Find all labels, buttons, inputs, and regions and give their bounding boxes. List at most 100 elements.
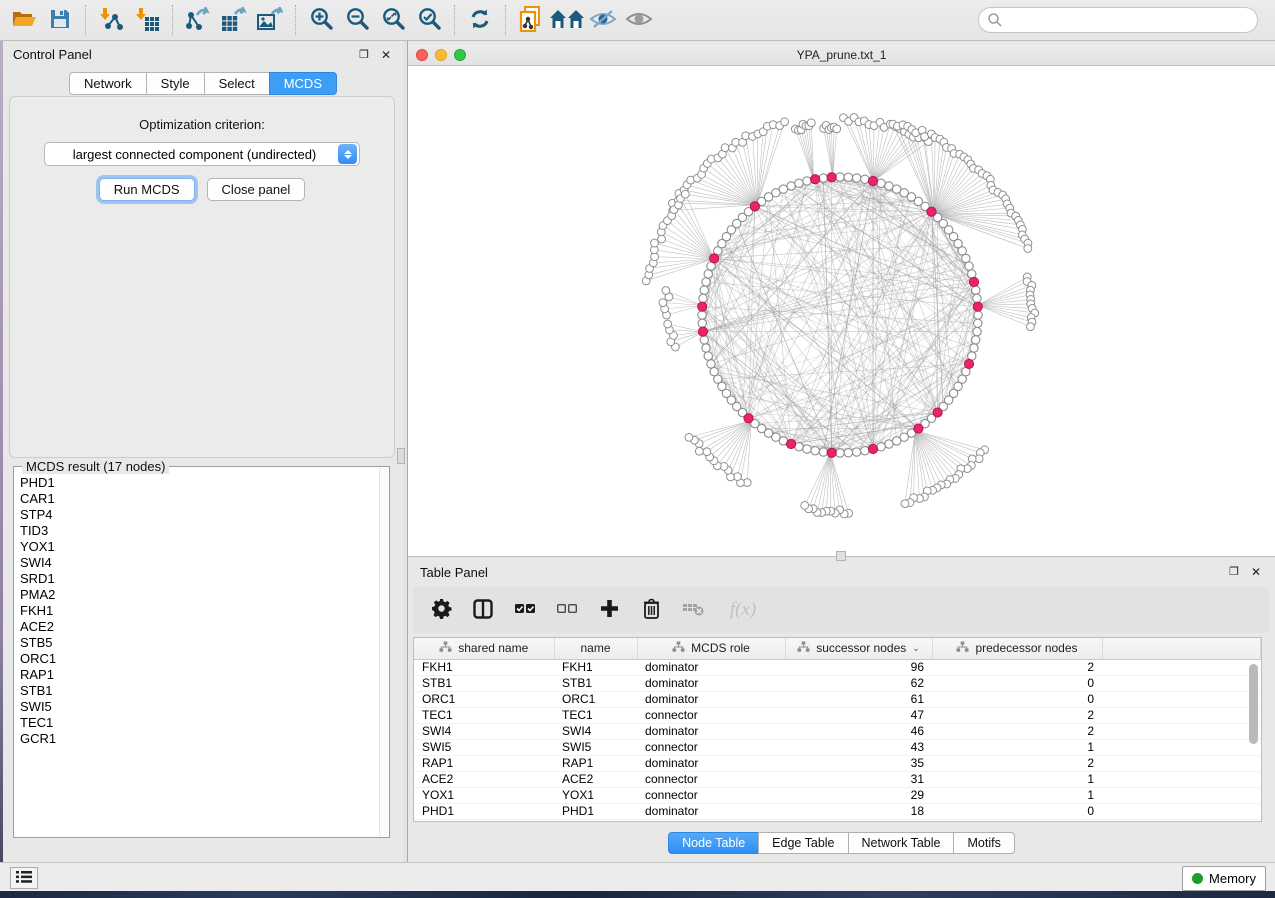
tab-network[interactable]: Network bbox=[69, 72, 146, 95]
save-session-button[interactable] bbox=[42, 3, 78, 37]
mcds-result-node[interactable]: SRD1 bbox=[20, 571, 379, 587]
mcds-result-node[interactable]: ORC1 bbox=[20, 651, 379, 667]
cell-successor_nodes: 35 bbox=[785, 755, 932, 771]
float-table-panel-icon[interactable]: ❐ bbox=[1227, 565, 1241, 579]
hide-selected-button[interactable] bbox=[585, 3, 621, 37]
column-label: predecessor nodes bbox=[975, 641, 1077, 655]
select-all-rows-button[interactable] bbox=[511, 595, 539, 625]
show-all-button[interactable] bbox=[621, 3, 657, 37]
run-mcds-button[interactable]: Run MCDS bbox=[99, 178, 195, 201]
mcds-result-node[interactable]: STB1 bbox=[20, 683, 379, 699]
toolbar-separator bbox=[454, 5, 455, 35]
zoom-fit-button[interactable] bbox=[375, 3, 411, 37]
network-titlebar[interactable]: YPA_prune.txt_1 bbox=[408, 45, 1275, 66]
table-row[interactable]: SWI5SWI5connector431 bbox=[414, 739, 1261, 755]
tab-motifs[interactable]: Motifs bbox=[953, 832, 1014, 854]
network-title: YPA_prune.txt_1 bbox=[408, 48, 1275, 62]
column-header-predecessor-nodes[interactable]: predecessor nodes bbox=[932, 638, 1102, 659]
tab-mcds[interactable]: MCDS bbox=[269, 72, 337, 95]
vertical-splitter-handle[interactable] bbox=[397, 448, 405, 464]
mcds-result-node[interactable]: PHD1 bbox=[20, 475, 379, 491]
control-panel-titlebar: Control Panel ❐ ✕ bbox=[3, 41, 403, 68]
delete-column-button[interactable] bbox=[637, 595, 665, 625]
export-network-button[interactable] bbox=[180, 3, 216, 37]
tab-select[interactable]: Select bbox=[204, 72, 269, 95]
table-row[interactable]: ORC1ORC1dominator610 bbox=[414, 691, 1261, 707]
mcds-result-node[interactable]: SWI4 bbox=[20, 555, 379, 571]
mcds-result-node[interactable]: PMA2 bbox=[20, 587, 379, 603]
close-panel-icon[interactable]: ✕ bbox=[379, 48, 393, 62]
mcds-result-list[interactable]: PHD1CAR1STP4TID3YOX1SWI4SRD1PMA2FKH1ACE2… bbox=[20, 475, 379, 835]
zoom-selected-icon bbox=[417, 6, 442, 34]
zoom-out-button[interactable] bbox=[339, 3, 375, 37]
cell-name: ACE2 bbox=[554, 771, 637, 787]
show-columns-button[interactable] bbox=[469, 595, 497, 625]
deselect-all-rows-button[interactable] bbox=[553, 595, 581, 625]
tab-network-table[interactable]: Network Table bbox=[848, 832, 954, 854]
import-table-button[interactable] bbox=[129, 3, 165, 37]
first-neighbors-button[interactable] bbox=[549, 3, 585, 37]
mcds-result-node[interactable]: TEC1 bbox=[20, 715, 379, 731]
zoom-in-button[interactable] bbox=[303, 3, 339, 37]
optimization-criterion-select[interactable]: largest connected component (undirected) bbox=[44, 142, 360, 166]
cell-successor_nodes: 18 bbox=[785, 803, 932, 819]
search-input[interactable] bbox=[978, 7, 1258, 33]
mcds-result-node[interactable]: SWI5 bbox=[20, 699, 379, 715]
horizontal-splitter-handle[interactable] bbox=[836, 551, 846, 561]
column-header-successor-nodes[interactable]: successor nodes⌄ bbox=[785, 638, 932, 659]
new-network-from-selection-button[interactable] bbox=[513, 3, 549, 37]
mcds-result-node[interactable]: GCR1 bbox=[20, 731, 379, 747]
mcds-result-node[interactable]: STB5 bbox=[20, 635, 379, 651]
mcds-result-node[interactable]: STP4 bbox=[20, 507, 379, 523]
table-row[interactable]: ACE2ACE2connector311 bbox=[414, 771, 1261, 787]
refresh-button[interactable] bbox=[462, 3, 498, 37]
table-row[interactable]: PHD1PHD1dominator180 bbox=[414, 803, 1261, 819]
mcds-result-node[interactable]: TID3 bbox=[20, 523, 379, 539]
houses-icon bbox=[549, 8, 585, 33]
mcds-result-node[interactable]: ACE2 bbox=[20, 619, 379, 635]
tab-node-table[interactable]: Node Table bbox=[668, 832, 758, 854]
column-header-MCDS-role[interactable]: MCDS role bbox=[637, 638, 785, 659]
table-row[interactable]: TEC1TEC1connector472 bbox=[414, 707, 1261, 723]
export-image-button[interactable] bbox=[252, 3, 288, 37]
task-history-button[interactable] bbox=[10, 867, 38, 889]
table-row[interactable]: STB1STB1dominator620 bbox=[414, 675, 1261, 691]
column-header-shared-name[interactable]: shared name bbox=[414, 638, 554, 659]
close-panel-button[interactable]: Close panel bbox=[207, 178, 306, 201]
cell-shared_name: SWI4 bbox=[414, 723, 554, 739]
mcds-result-node[interactable]: CAR1 bbox=[20, 491, 379, 507]
table-row[interactable]: SWI4SWI4dominator462 bbox=[414, 723, 1261, 739]
column-label: shared name bbox=[458, 641, 528, 655]
toolbar-separator bbox=[295, 5, 296, 35]
table-mode-button[interactable] bbox=[427, 595, 455, 625]
open-file-button[interactable] bbox=[6, 3, 42, 37]
cell-predecessor_nodes: 1 bbox=[932, 739, 1102, 755]
table-row[interactable]: RAP1RAP1dominator352 bbox=[414, 755, 1261, 771]
cell-shared_name: ACE2 bbox=[414, 771, 554, 787]
table-row[interactable]: FKH1FKH1dominator962 bbox=[414, 659, 1261, 675]
mcds-result-title: MCDS result (17 nodes) bbox=[22, 459, 169, 474]
table-scrollbar[interactable] bbox=[1248, 662, 1259, 819]
export-table-button[interactable] bbox=[216, 3, 252, 37]
status-bar: Memory bbox=[0, 862, 1275, 891]
cell-successor_nodes: 62 bbox=[785, 675, 932, 691]
import-network-icon bbox=[98, 7, 124, 34]
zoom-selected-button[interactable] bbox=[411, 3, 447, 37]
memory-button[interactable]: Memory bbox=[1182, 866, 1266, 891]
mcds-result-node[interactable]: RAP1 bbox=[20, 667, 379, 683]
table-row[interactable]: YOX1YOX1connector291 bbox=[414, 787, 1261, 803]
import-network-button[interactable] bbox=[93, 3, 129, 37]
mcds-result-node[interactable]: FKH1 bbox=[20, 603, 379, 619]
tab-edge-table[interactable]: Edge Table bbox=[758, 832, 847, 854]
tab-style[interactable]: Style bbox=[146, 72, 204, 95]
cell-mcds_role: connector bbox=[637, 771, 785, 787]
cell-name: SWI4 bbox=[554, 723, 637, 739]
result-scrollbar[interactable] bbox=[379, 468, 388, 836]
close-table-panel-icon[interactable]: ✕ bbox=[1249, 565, 1263, 579]
network-view-canvas[interactable] bbox=[408, 66, 1275, 557]
float-panel-icon[interactable]: ❐ bbox=[357, 48, 371, 62]
add-column-button[interactable] bbox=[595, 595, 623, 625]
table-scrollbar-thumb[interactable] bbox=[1249, 664, 1258, 744]
mcds-result-node[interactable]: YOX1 bbox=[20, 539, 379, 555]
column-header-name[interactable]: name bbox=[554, 638, 637, 659]
